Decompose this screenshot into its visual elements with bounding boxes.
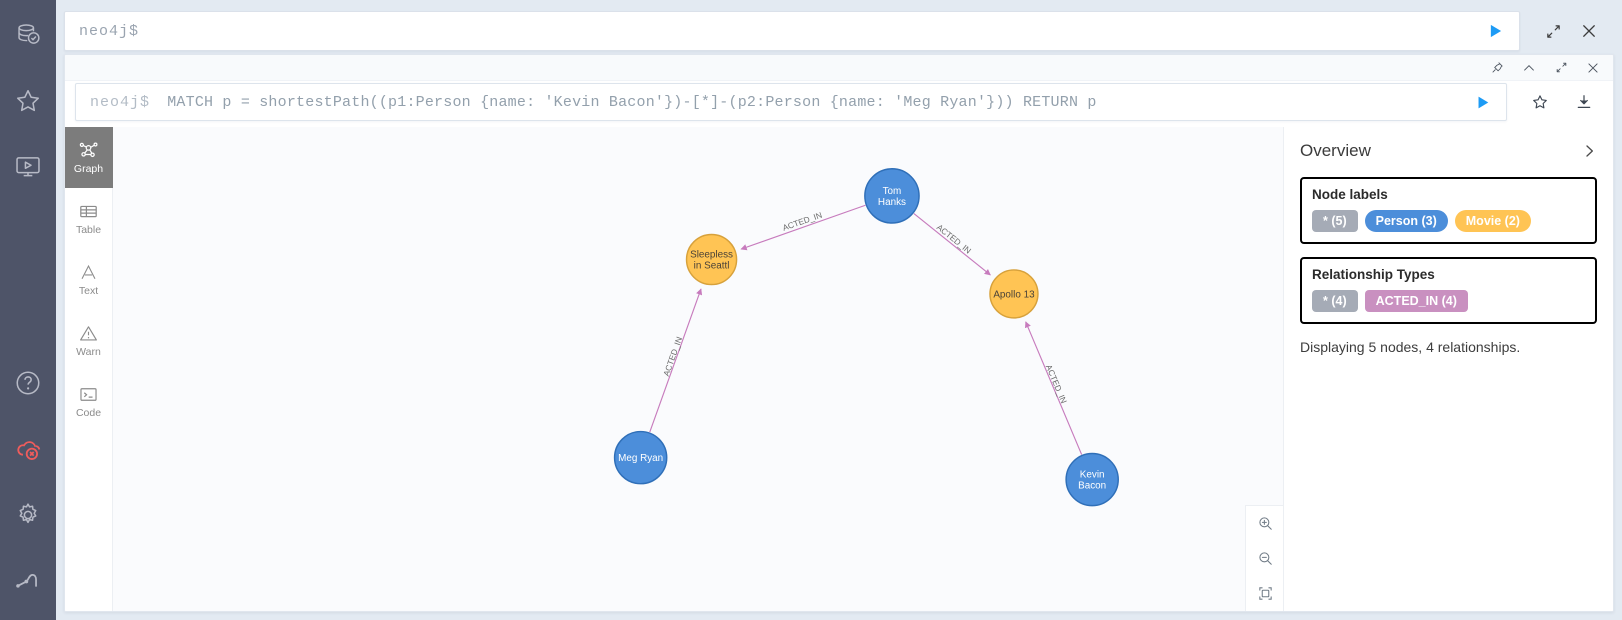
editor-prompt: neo4j$ — [90, 93, 151, 111]
node-caption: Hanks — [878, 197, 906, 208]
node-caption: in Seattl — [694, 261, 730, 272]
frame-titlebar — [65, 55, 1613, 81]
tab-table-label: Table — [75, 224, 102, 237]
download-icon[interactable] — [1569, 87, 1599, 117]
tab-table[interactable]: Table — [65, 188, 113, 249]
chip[interactable]: * (4) — [1312, 290, 1358, 312]
expand-icon[interactable] — [1538, 16, 1568, 46]
relationship-type-chip-list: * (4) ACTED_IN (4) — [1312, 290, 1585, 312]
node-caption: Kevin — [1080, 470, 1105, 481]
node-caption: Apollo 13 — [993, 289, 1035, 300]
chevron-right-icon[interactable] — [1581, 141, 1597, 164]
zoom-out-button[interactable] — [1246, 541, 1283, 576]
relationship-types-section: Relationship Types * (4) ACTED_IN (4) — [1300, 257, 1597, 324]
graph-node[interactable]: TomHanks — [864, 168, 920, 224]
command-bar-actions — [1520, 16, 1614, 46]
node-labels-section: Node labels * (5) Person (3) Movie (2) — [1300, 177, 1597, 244]
help-circle-icon[interactable] — [0, 350, 56, 416]
frame-body: Graph Table Text Warn Code ACTED_IN ACTE… — [65, 127, 1613, 611]
close-icon[interactable] — [1574, 16, 1604, 46]
command-bar: neo4j$ — [64, 8, 1614, 54]
favorite-star-icon[interactable] — [1525, 87, 1555, 117]
zoom-fit-button[interactable] — [1246, 576, 1283, 611]
close-icon[interactable] — [1583, 58, 1603, 78]
graph-node[interactable]: Sleeplessin Seattl — [685, 233, 738, 286]
overview-title: Overview — [1300, 141, 1371, 160]
sign-out-icon[interactable] — [0, 548, 56, 614]
query-editor[interactable]: neo4j$ MATCH p = shortestPath((p1:Person… — [75, 83, 1507, 121]
tab-graph-label: Graph — [73, 163, 104, 176]
database-check-icon[interactable] — [0, 2, 56, 68]
relationship-label: ACTED_IN — [935, 222, 973, 256]
node-caption: Sleepless — [690, 250, 733, 261]
graph-node[interactable]: Meg Ryan — [613, 430, 668, 485]
node-caption: Bacon — [1078, 481, 1106, 492]
left-nav-rail — [0, 0, 56, 620]
relationship-label: ACTED_IN — [1044, 363, 1069, 405]
tab-warn-label: Warn — [76, 346, 101, 359]
main-column: neo4j$ neo4j$ MATCH p = shortestPath((p1… — [56, 0, 1622, 620]
result-view-tabs: Graph Table Text Warn Code — [65, 127, 113, 611]
relationship-types-title: Relationship Types — [1312, 267, 1435, 282]
overview-header: Overview — [1300, 141, 1597, 164]
neo4j-browser-window: neo4j$ neo4j$ MATCH p = shortestPath((p1… — [0, 0, 1622, 620]
tab-code-label: Code — [75, 407, 102, 420]
expand-icon[interactable] — [1551, 58, 1571, 78]
node-caption: Meg Ryan — [618, 453, 663, 464]
cloud-disconnected-icon[interactable] — [0, 416, 56, 482]
query-editor-actions — [1507, 87, 1603, 117]
overview-panel: Overview Node labels * (5) Person (3) Movi… — [1283, 127, 1613, 611]
node-caption: Tom — [883, 186, 902, 197]
result-frame: neo4j$ MATCH p = shortestPath((p1:Person… — [64, 54, 1614, 612]
tab-text[interactable]: Text — [65, 249, 113, 310]
chip[interactable]: Person (3) — [1364, 210, 1448, 232]
editor-query-value: MATCH p = shortestPath((p1:Person {name:… — [167, 93, 1097, 111]
play-monitor-icon[interactable] — [0, 134, 56, 200]
result-status-text: Displaying 5 nodes, 4 relationships. — [1300, 339, 1521, 355]
chip[interactable]: ACTED_IN (4) — [1364, 290, 1468, 312]
star-icon[interactable] — [0, 68, 56, 134]
graph-relationship[interactable] — [913, 213, 991, 276]
pin-icon[interactable] — [1487, 58, 1507, 78]
query-editor-row: neo4j$ MATCH p = shortestPath((p1:Person… — [65, 81, 1613, 127]
graph-visualization[interactable]: ACTED_IN ACTED_IN ACTED_IN ACTED_IN TomHank… — [113, 127, 1283, 611]
chip[interactable]: Movie (2) — [1454, 210, 1531, 232]
tab-code[interactable]: Code — [65, 371, 113, 432]
graph-relationship[interactable] — [740, 204, 866, 251]
graph-node[interactable]: Apollo 13 — [989, 269, 1039, 319]
tab-text-label: Text — [78, 285, 99, 298]
graph-canvas[interactable]: ACTED_IN ACTED_IN ACTED_IN ACTED_IN Tom Hank… — [113, 127, 1283, 611]
gear-icon[interactable] — [0, 482, 56, 548]
graph-zoom-controls — [1245, 505, 1283, 611]
node-labels-title: Node labels — [1312, 187, 1388, 202]
query-run-button[interactable] — [1463, 93, 1502, 112]
command-run-button[interactable] — [1477, 21, 1513, 41]
chip[interactable]: * (5) — [1312, 210, 1358, 232]
relationship-label: ACTED_IN — [781, 210, 823, 233]
graph-nodes[interactable]: TomHanks Sleeplessin Seattl Apollo 13 Meg R… — [613, 168, 1119, 507]
command-prompt-placeholder: neo4j$ — [79, 22, 140, 40]
command-input-wrapper[interactable]: neo4j$ — [64, 11, 1520, 51]
tab-graph[interactable]: Graph — [65, 127, 113, 188]
tab-warn[interactable]: Warn — [65, 310, 113, 371]
zoom-in-button[interactable] — [1246, 506, 1283, 541]
relationship-label: ACTED_IN — [661, 335, 684, 377]
chevron-up-icon[interactable] — [1519, 58, 1539, 78]
graph-node[interactable]: KevinBacon — [1065, 452, 1119, 507]
query-text: neo4j$ MATCH p = shortestPath((p1:Person… — [90, 94, 1097, 111]
node-label-chip-list: * (5) Person (3) Movie (2) — [1312, 210, 1585, 232]
